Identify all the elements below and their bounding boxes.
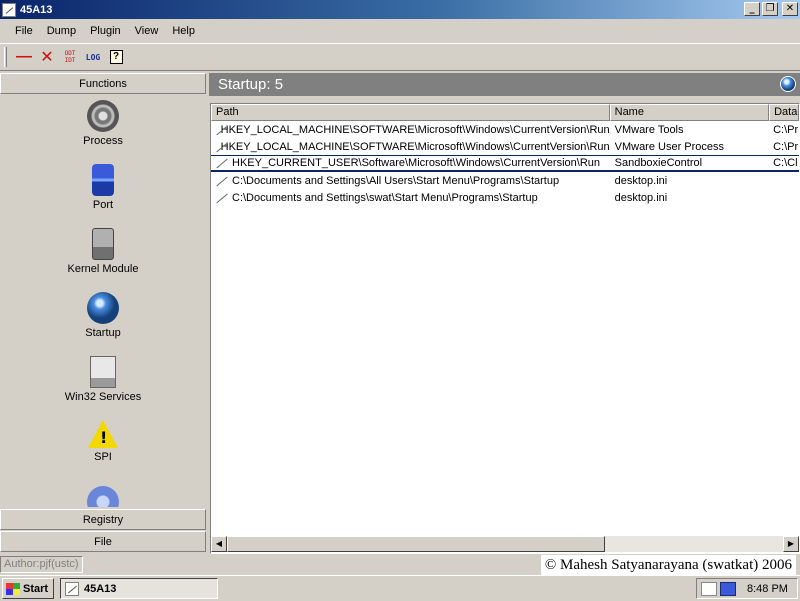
menu-plugin[interactable]: Plugin [83,25,128,37]
table-row[interactable]: C:\Documents and Settings\swat\Start Men… [211,189,799,206]
table-row[interactable]: C:\Documents and Settings\All Users\Star… [211,172,799,189]
row-data: C:\Cl [773,157,798,169]
drive-icon [92,228,114,260]
menu-file[interactable]: File [8,25,40,37]
menu-dump[interactable]: Dump [40,25,83,37]
column-path[interactable]: Path [211,104,610,121]
function-kernel-module-label: Kernel Module [67,263,139,275]
results-header: Startup: 5 [209,73,800,96]
registry-header[interactable]: Registry [0,509,206,530]
port-icon [92,164,114,196]
title-bar: 45A13 _ ❐ ✕ [0,0,800,19]
odt-label-bottom: IDT [64,57,76,64]
minimize-button[interactable]: _ [744,2,760,16]
odt-label-top: ODT [64,50,76,57]
help-label: ? [109,50,123,64]
restore-button[interactable]: ❐ [762,2,778,16]
row-path: C:\Documents and Settings\All Users\Star… [232,174,560,187]
functions-header[interactable]: Functions [0,73,206,94]
gear-icon [87,100,119,132]
row-name: desktop.ini [614,191,668,204]
help-icon[interactable]: ? [105,46,127,68]
row-name: desktop.ini [614,174,668,187]
windows-logo-icon [6,582,20,595]
function-process[interactable]: Process [0,100,206,147]
function-port[interactable]: Port [0,164,206,211]
row-path: HKEY_LOCAL_MACHINE\SOFTWARE\Microsoft\Wi… [220,140,610,153]
status-bar: Author:pjf(ustc) © Mahesh Satyanarayana … [0,555,800,575]
functions-panel: Functions Process Port Kernel Module Sta… [0,73,206,553]
scroll-left-arrow[interactable]: ◀ [211,536,227,552]
row-name: SandboxieControl [614,157,703,169]
function-kernel-module[interactable]: Kernel Module [0,228,206,275]
clock[interactable]: 8:48 PM [747,583,788,595]
tray-app-icon[interactable] [701,581,717,596]
column-name[interactable]: Name [609,104,770,121]
odt-icon[interactable]: ODT IDT [59,46,81,68]
row-data: C:\Pr [773,140,799,153]
system-tray: 8:48 PM [696,578,798,599]
registry-icon [214,140,219,154]
globe-icon [780,76,796,92]
row-path: C:\Documents and Settings\swat\Start Men… [232,191,538,204]
taskbar-window-button[interactable]: 45A13 [60,578,218,599]
function-spi[interactable]: SPI [0,420,206,463]
row-path: HKEY_CURRENT_USER\Software\Microsoft\Win… [232,157,601,169]
row-data: C:\Pr [773,123,799,136]
registry-icon [214,123,219,137]
delete-x-icon[interactable]: ✕ [36,46,58,68]
horizontal-scrollbar[interactable]: ◀ ▶ [211,536,799,552]
window-controls: _ ❐ ✕ [744,2,798,16]
row-name: VMware User Process [614,140,725,153]
file-icon [214,191,230,205]
function-port-label: Port [92,199,114,211]
taskbar-window-label: 45A13 [84,582,117,595]
function-startup-label: Startup [85,327,121,339]
copyright-label: © Mahesh Satyanarayana (swatkat) 2006 [540,555,796,575]
toolbar-grip[interactable] [4,47,7,67]
app-icon [2,2,16,17]
computer-icon [90,356,116,388]
menu-bar: File Dump Plugin View Help [0,20,800,42]
list-header: Path Name Data [211,104,799,121]
row-name: VMware Tools [614,123,684,136]
network-icon[interactable] [720,581,736,596]
functions-list: Process Port Kernel Module Startup Win32… [0,94,206,507]
file-header[interactable]: File [0,531,206,552]
function-win32-services[interactable]: Win32 Services [0,356,206,403]
window-title: 45A13 [20,3,53,16]
file-icon [214,174,230,188]
menu-help[interactable]: Help [165,25,202,37]
function-partial[interactable] [0,486,206,507]
results-panel: Startup: 5 Path Name Data HKEY_LOCAL_MAC… [209,73,800,554]
row-path: HKEY_LOCAL_MACHINE\SOFTWARE\Microsoft\Wi… [220,123,610,136]
function-process-label: Process [83,135,123,147]
log-label: LOG [85,52,101,62]
table-row[interactable]: HKEY_LOCAL_MACHINE\SOFTWARE\Microsoft\Wi… [211,138,799,155]
taskbar: Start 45A13 8:48 PM [0,575,800,601]
start-label: Start [23,582,49,595]
registry-icon [214,156,230,170]
results-title: Startup: 5 [218,76,284,93]
table-row-selected[interactable]: HKEY_CURRENT_USER\Software\Microsoft\Win… [211,155,799,172]
column-data[interactable]: Data [769,104,799,121]
table-row[interactable]: HKEY_LOCAL_MACHINE\SOFTWARE\Microsoft\Wi… [211,121,799,138]
close-button[interactable]: ✕ [782,2,798,16]
function-spi-label: SPI [94,451,112,463]
log-icon[interactable]: LOG [82,46,104,68]
globe-icon [87,292,119,324]
document-icon [87,486,119,507]
app-icon [65,581,79,596]
minus-icon[interactable]: — [13,46,35,68]
scroll-right-arrow[interactable]: ▶ [783,536,799,552]
scroll-thumb[interactable] [227,536,605,552]
toolbar: — ✕ ODT IDT LOG ? [0,43,800,71]
function-startup[interactable]: Startup [0,292,206,339]
warning-icon [88,420,118,448]
author-label: Author:pjf(ustc) [0,556,83,573]
function-win32-services-label: Win32 Services [64,391,142,403]
startup-list: Path Name Data HKEY_LOCAL_MACHINE\SOFTWA… [210,103,800,554]
start-button[interactable]: Start [2,578,54,599]
menu-view[interactable]: View [128,25,166,37]
